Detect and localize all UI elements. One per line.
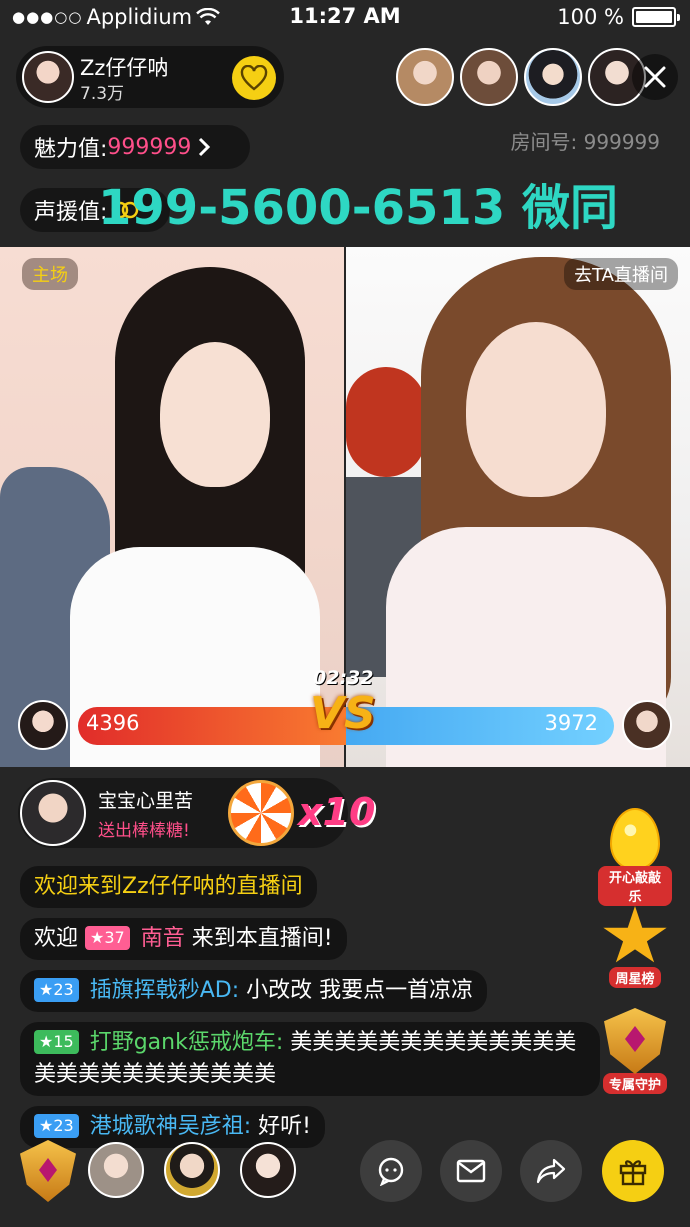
chat-text: 小改改 我要点一首凉凉 [246,978,474,1003]
vs-icon: VS [310,688,376,739]
chat-message: 欢迎 ★37 南音 来到本直播间! [20,918,347,960]
pk-score-right: 3972 [544,711,598,735]
chevron-right-icon [199,137,211,157]
happy-egg-badge[interactable]: 开心敲敲乐 [598,808,672,906]
chat-message: ★15 打野gank惩戒炮车: 美美美美美美美美美美美美美美美美美美美美美美美美 [20,1022,600,1096]
shield-icon [604,1008,666,1074]
gift-banner: 宝宝心里苦 送出棒棒糖! x10 [18,778,375,848]
pk-host-avatar[interactable] [18,700,68,750]
lollipop-icon [228,780,294,846]
guard-avatar[interactable] [164,1142,220,1198]
chat-username[interactable]: 插旗挥戟秒AD: [90,978,239,1003]
chat-username[interactable]: 港城歌神吴彦祖: [90,1114,251,1139]
chat-username[interactable]: 南音 [141,926,185,951]
host-avatar[interactable] [22,51,74,103]
charm-value: 999999 [107,134,192,160]
weekly-star-badge[interactable]: 周星榜 [598,906,672,988]
viewer-avatar[interactable] [460,48,518,106]
viewer-avatars [396,48,646,106]
gift-sender-avatar[interactable] [20,780,86,846]
level-badge: ★15 [34,1030,79,1054]
gift-action: 送出棒棒糖! [98,821,190,841]
viewer-avatar[interactable] [524,48,582,106]
level-badge: ★37 [85,926,130,950]
gift-button[interactable] [602,1140,664,1202]
weekly-star-label: 周星榜 [609,967,661,988]
watermark-text: 199-5600-6513 微同 [98,180,618,236]
opponent-video[interactable] [346,247,690,767]
share-arrow-icon [536,1158,566,1184]
status-right: 100 % [557,5,680,29]
battery-percent: 100 % [557,5,624,29]
golden-egg-icon [610,808,660,870]
mail-icon [456,1159,486,1183]
follow-heart-button[interactable] [232,56,276,100]
chat-bubble-icon [378,1157,404,1186]
happy-egg-label: 开心敲敲乐 [598,866,672,906]
level-badge: ★23 [34,978,79,1002]
gift-sender-name: 宝宝心里苦 [98,790,194,812]
gift-count: x10 [298,790,376,834]
close-icon [644,66,666,88]
chat-text: 好听! [258,1114,311,1139]
battery-icon [632,7,680,27]
host-followers: 7.3万 [80,84,125,104]
share-button[interactable] [520,1140,582,1202]
support-label: 声援值: [34,200,108,225]
message-button[interactable] [440,1140,502,1202]
status-bar: ●●●○○ Applidium 11:27 AM 100 % [0,0,690,36]
goto-ta-room-button[interactable]: 去TA直播间 [564,258,678,290]
room-id: 房间号: 999999 [510,130,660,154]
chat-button[interactable] [360,1140,422,1202]
bottom-bar [0,1140,690,1202]
guard-avatar[interactable] [88,1142,144,1198]
chat-list: 欢迎来到Zz仔仔呐的直播间 欢迎 ★37 南音 来到本直播间! ★23 插旗挥戟… [20,866,600,1158]
home-tag: 主场 [22,258,78,290]
pk-timer: 02:32 [313,667,374,689]
charm-label: 魅力值: [34,137,108,162]
exclusive-guard-label: 专属守护 [602,1073,667,1094]
chat-message: ★23 插旗挥戟秒AD: 小改改 我要点一首凉凉 [20,970,488,1012]
star-icon [603,906,667,963]
chat-username[interactable]: 打野gank惩戒炮车: [90,1030,284,1055]
chat-prefix: 欢迎 [34,926,79,951]
pk-score-left: 4396 [86,711,140,735]
exclusive-guard-badge[interactable]: 专属守护 [598,1008,672,1094]
gift-icon [619,1160,647,1186]
close-button[interactable] [632,54,678,100]
guard-avatar[interactable] [240,1142,296,1198]
chat-text: 来到本直播间! [191,926,333,951]
heart-icon [240,65,268,91]
charm-value-row[interactable]: 魅力值: 999999 [20,125,250,169]
pk-opponent-avatar[interactable] [622,700,672,750]
host-card[interactable]: Zz仔仔呐 7.3万 [16,46,284,108]
level-badge: ★23 [34,1114,79,1138]
host-video [0,247,344,767]
chat-welcome: 欢迎来到Zz仔仔呐的直播间 [20,866,317,908]
host-name: Zz仔仔呐 [80,56,169,80]
viewer-avatar[interactable] [396,48,454,106]
